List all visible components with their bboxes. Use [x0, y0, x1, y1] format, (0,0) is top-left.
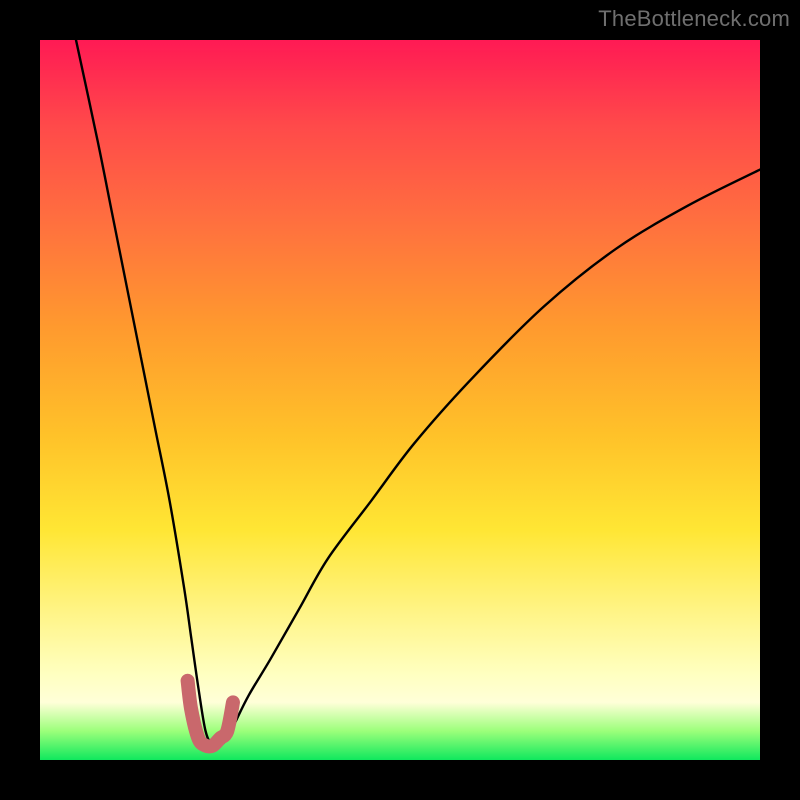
watermark-label: TheBottleneck.com [598, 6, 790, 32]
curve-layer [40, 40, 760, 760]
chart-frame: TheBottleneck.com [0, 0, 800, 800]
valley-highlight-path [188, 681, 233, 747]
plot-area [40, 40, 760, 760]
bottleneck-curve-path [76, 40, 760, 747]
